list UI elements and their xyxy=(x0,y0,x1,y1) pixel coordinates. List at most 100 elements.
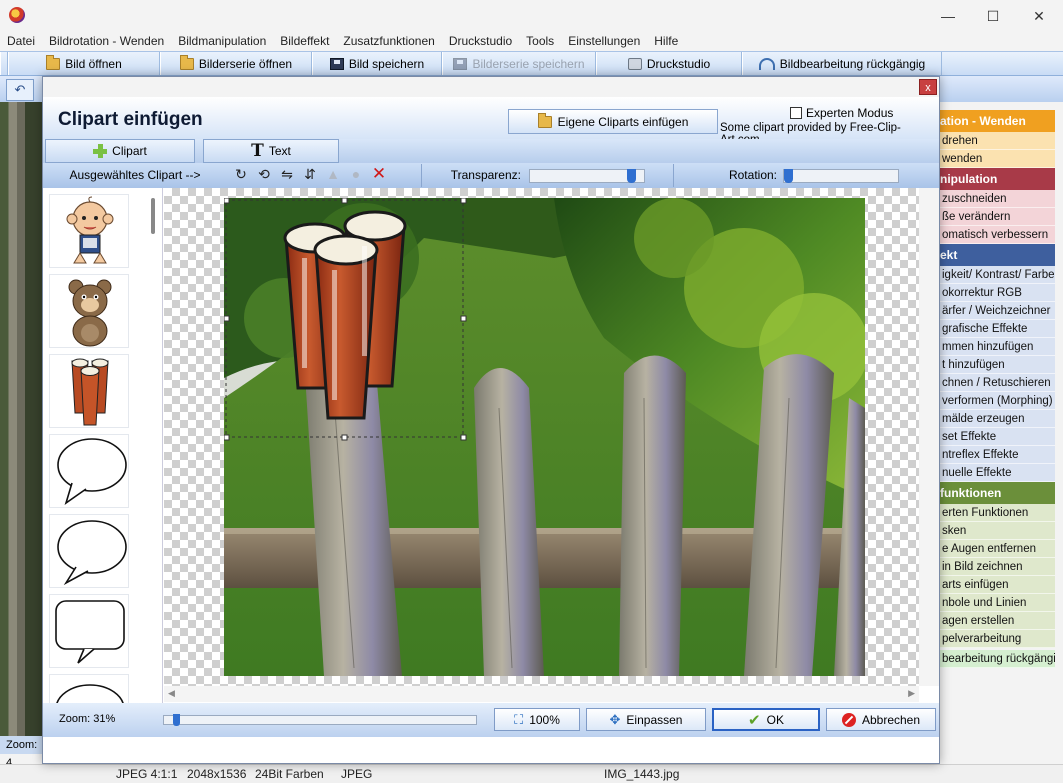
panel-item[interactable]: ntreflex Effekte xyxy=(938,446,1055,464)
clipart-bear[interactable] xyxy=(49,274,129,348)
check-icon: ✔ xyxy=(748,711,761,729)
save-series-button[interactable]: Bilderserie speichern xyxy=(442,52,596,75)
panel-item[interactable]: sken xyxy=(938,522,1055,540)
save-image-button[interactable]: Bild speichern xyxy=(312,52,442,75)
panel-undo-item[interactable]: bearbeitung rückgängig xyxy=(938,650,1055,668)
menu-druckstudio[interactable]: Druckstudio xyxy=(442,32,519,50)
minimize-button[interactable]: — xyxy=(925,0,971,32)
transparency-slider[interactable] xyxy=(529,169,645,183)
undo-icon xyxy=(758,57,775,70)
expert-mode-checkbox[interactable]: Experten Modus xyxy=(790,106,893,120)
panel-item[interactable]: verformen (Morphing) xyxy=(938,392,1055,410)
undo-label: Bildbearbeitung rückgängig xyxy=(779,56,926,71)
tab-text[interactable]: T Text xyxy=(203,139,339,163)
menu-tools[interactable]: Tools xyxy=(519,32,561,50)
panel-item[interactable]: grafische Effekte xyxy=(938,320,1055,338)
menu-bildrotation[interactable]: Bildrotation - Wenden xyxy=(42,32,171,50)
app-logo-icon xyxy=(9,7,25,23)
image-canvas[interactable] xyxy=(164,188,919,686)
save-image-label: Bild speichern xyxy=(348,56,425,71)
panel-item[interactable]: mälde erzeugen xyxy=(938,410,1055,428)
flip-rotate-icon[interactable]: ⟲ xyxy=(256,166,272,182)
mirror-horizontal-icon[interactable]: ⇋ xyxy=(279,166,295,182)
panel-item[interactable]: ße verändern xyxy=(938,208,1055,226)
panel-section-header[interactable]: nipulation xyxy=(938,168,1055,190)
fit-button[interactable]: ✥ Einpassen xyxy=(586,708,706,731)
panel-item[interactable]: in Bild zeichnen xyxy=(938,558,1055,576)
menu-bildeffekt[interactable]: Bildeffekt xyxy=(273,32,336,50)
panel-item[interactable]: chnen / Retuschieren xyxy=(938,374,1055,392)
transparency-slider-thumb[interactable] xyxy=(627,169,636,183)
panel-item[interactable]: mmen hinzufügen xyxy=(938,338,1055,356)
clipart-list xyxy=(43,188,163,703)
open-series-button[interactable]: Bilderserie öffnen xyxy=(160,52,312,75)
panel-item[interactable]: agen erstellen xyxy=(938,612,1055,630)
print-studio-button[interactable]: Druckstudio xyxy=(596,52,742,75)
clipart-beer-glasses[interactable] xyxy=(49,354,129,428)
clipart-speech-bubble-1[interactable] xyxy=(49,434,129,508)
clipart-speech-bubble-4[interactable] xyxy=(49,674,129,703)
panel-item[interactable]: erten Funktionen xyxy=(938,504,1055,522)
panel-item[interactable]: nbole und Linien xyxy=(938,594,1055,612)
rotation-slider[interactable] xyxy=(783,169,899,183)
menu-einstellungen[interactable]: Einstellungen xyxy=(561,32,647,50)
panel-item[interactable]: nuelle Effekte xyxy=(938,464,1055,482)
panel-section-header[interactable]: ekt xyxy=(938,244,1055,266)
clipart-baby[interactable] xyxy=(49,194,129,268)
scroll-left-icon[interactable]: ◀ xyxy=(168,688,175,699)
clipart-speech-bubble-3[interactable] xyxy=(49,594,129,668)
rotate-right-icon[interactable]: ↻ xyxy=(233,166,249,182)
zoom-slider-thumb[interactable] xyxy=(173,714,180,726)
tab-clipart[interactable]: Clipart xyxy=(45,139,195,163)
open-image-button[interactable]: Bild öffnen xyxy=(8,52,160,75)
own-cliparts-label: Eigene Cliparts einfügen xyxy=(557,114,689,129)
background-image-strip xyxy=(0,102,42,736)
cancel-button[interactable]: Abbrechen xyxy=(826,708,936,731)
menu-datei[interactable]: Datei xyxy=(0,32,42,50)
panel-item[interactable]: drehen xyxy=(938,132,1055,150)
canvas-vertical-scrollbar[interactable] xyxy=(919,188,939,686)
menu-hilfe[interactable]: Hilfe xyxy=(647,32,685,50)
dialog-close-button[interactable]: x xyxy=(919,79,937,95)
bring-front-icon[interactable]: ▲ xyxy=(325,166,341,182)
delete-icon[interactable]: ✕ xyxy=(371,165,387,182)
canvas-horizontal-scrollbar[interactable]: ◀ ▶ xyxy=(164,686,919,702)
save-series-label: Bilderserie speichern xyxy=(472,56,585,71)
open-image-label: Bild öffnen xyxy=(65,56,122,71)
panel-item[interactable]: ärfer / Weichzeichner xyxy=(938,302,1055,320)
maximize-button[interactable]: ☐ xyxy=(970,0,1016,32)
send-back-icon[interactable]: ● xyxy=(348,166,364,182)
panel-item[interactable]: igkeit/ Kontrast/ Farbe xyxy=(938,266,1055,284)
zoom-100-button[interactable]: ⛶ 100% xyxy=(494,708,580,731)
own-cliparts-button[interactable]: Eigene Cliparts einfügen xyxy=(508,109,718,134)
panel-item[interactable]: arts einfügen xyxy=(938,576,1055,594)
panel-item[interactable]: set Effekte xyxy=(938,428,1055,446)
clipart-speech-bubble-2[interactable] xyxy=(49,514,129,588)
menu-zusatzfunktionen[interactable]: Zusatzfunktionen xyxy=(336,32,441,50)
checkbox-square[interactable] xyxy=(790,107,802,119)
panel-item[interactable]: e Augen entfernen xyxy=(938,540,1055,558)
scroll-right-icon[interactable]: ▶ xyxy=(908,688,915,699)
panel-section-header[interactable]: ation - Wenden xyxy=(938,110,1055,132)
panel-item[interactable]: wenden xyxy=(938,150,1055,168)
dialog-title-bar: x xyxy=(43,77,939,97)
clipart-list-scrollbar[interactable] xyxy=(151,198,155,234)
panel-item[interactable]: omatisch verbessern xyxy=(938,226,1055,244)
folder-icon xyxy=(46,54,61,70)
panel-item[interactable]: t hinzufügen xyxy=(938,356,1055,374)
zoom-slider[interactable] xyxy=(163,714,477,726)
cancel-icon xyxy=(841,712,856,727)
menu-bildmanipulation[interactable]: Bildmanipulation xyxy=(171,32,273,50)
panel-item[interactable]: zuschneiden xyxy=(938,190,1055,208)
rotate-tool-button[interactable]: ↶ xyxy=(6,79,34,101)
rotation-slider-thumb[interactable] xyxy=(784,169,793,183)
panel-item[interactable]: okorrektur RGB xyxy=(938,284,1055,302)
mirror-vertical-icon[interactable]: ⇵ xyxy=(302,166,318,182)
ok-button[interactable]: ✔ OK xyxy=(712,708,820,731)
rotate-icon: ↶ xyxy=(14,82,26,97)
panel-item[interactable]: pelverarbeitung xyxy=(938,630,1055,648)
undo-button[interactable]: Bildbearbeitung rückgängig xyxy=(742,52,942,75)
cancel-label: Abbrechen xyxy=(861,712,921,727)
panel-section-header[interactable]: funktionen xyxy=(938,482,1055,504)
close-window-button[interactable]: ✕ xyxy=(1016,0,1062,32)
